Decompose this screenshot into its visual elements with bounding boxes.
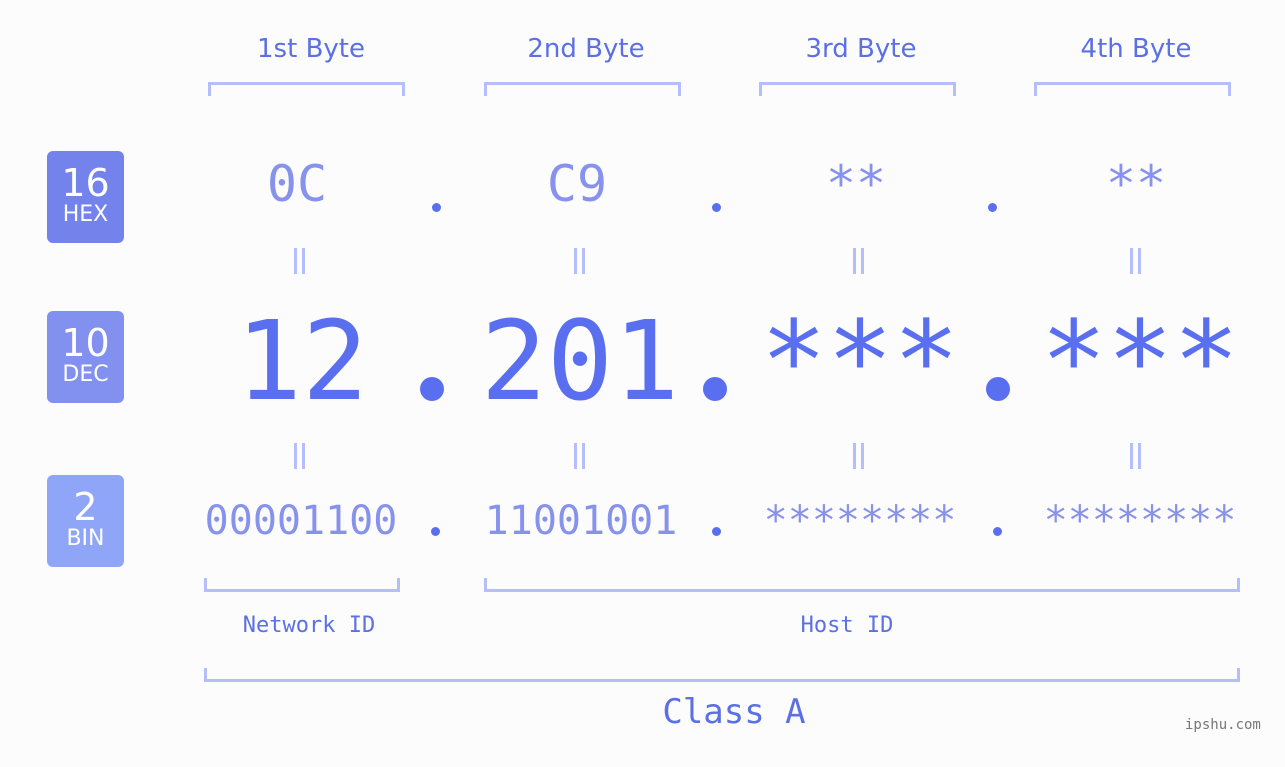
bin-byte-2: 11001001 — [484, 498, 678, 544]
byte-bracket-4 — [1034, 82, 1231, 96]
hex-badge: 16 HEX — [47, 151, 124, 243]
byte-bracket-3 — [759, 82, 956, 96]
hex-byte-2: C9 — [546, 155, 608, 213]
byte-header-2: 2nd Byte — [527, 34, 645, 64]
equals-icon — [574, 248, 585, 274]
dec-byte-1: 12 — [235, 297, 369, 425]
bin-badge-label: BIN — [66, 526, 105, 551]
bin-badge-number: 2 — [73, 485, 98, 529]
byte-header-3: 3rd Byte — [805, 34, 917, 64]
host-id-bracket — [484, 578, 1240, 592]
equals-icon — [853, 248, 864, 274]
bin-byte-4: ******** — [1043, 498, 1237, 544]
watermark: ipshu.com — [1185, 717, 1261, 733]
hex-byte-3: ** — [825, 155, 887, 213]
dec-byte-4: *** — [1040, 297, 1240, 425]
byte-header-1: 1st Byte — [257, 34, 365, 64]
dec-separator-dot — [703, 377, 727, 401]
equals-icon — [294, 443, 305, 469]
dec-separator-dot — [420, 377, 444, 401]
dec-badge-label: DEC — [62, 362, 109, 387]
hex-separator-dot — [432, 203, 441, 212]
bin-separator-dot — [431, 527, 440, 536]
hex-separator-dot — [712, 203, 721, 212]
hex-separator-dot — [988, 203, 997, 212]
hex-badge-number: 16 — [61, 161, 110, 205]
hex-byte-1: 0C — [266, 155, 328, 213]
ip-class-label: Class A — [662, 692, 806, 732]
equals-icon — [1130, 248, 1141, 274]
dec-badge: 10 DEC — [47, 311, 124, 403]
dec-byte-2: 201 — [480, 297, 680, 425]
byte-bracket-1 — [208, 82, 405, 96]
equals-icon — [294, 248, 305, 274]
dec-byte-3: *** — [760, 297, 960, 425]
equals-icon — [853, 443, 864, 469]
network-id-label: Network ID — [242, 613, 376, 638]
dec-badge-number: 10 — [61, 321, 110, 365]
equals-icon — [1130, 443, 1141, 469]
bin-separator-dot — [993, 527, 1002, 536]
network-id-bracket — [204, 578, 400, 592]
byte-bracket-2 — [484, 82, 681, 96]
dec-separator-dot — [986, 377, 1010, 401]
equals-icon — [574, 443, 585, 469]
bin-separator-dot — [712, 527, 721, 536]
byte-header-4: 4th Byte — [1080, 34, 1192, 64]
bin-byte-3: ******** — [763, 498, 957, 544]
class-bracket — [204, 668, 1240, 682]
bin-byte-1: 00001100 — [204, 498, 398, 544]
bin-badge: 2 BIN — [47, 475, 124, 567]
hex-byte-4: ** — [1105, 155, 1167, 213]
host-id-label: Host ID — [800, 613, 894, 638]
hex-badge-label: HEX — [62, 202, 109, 227]
